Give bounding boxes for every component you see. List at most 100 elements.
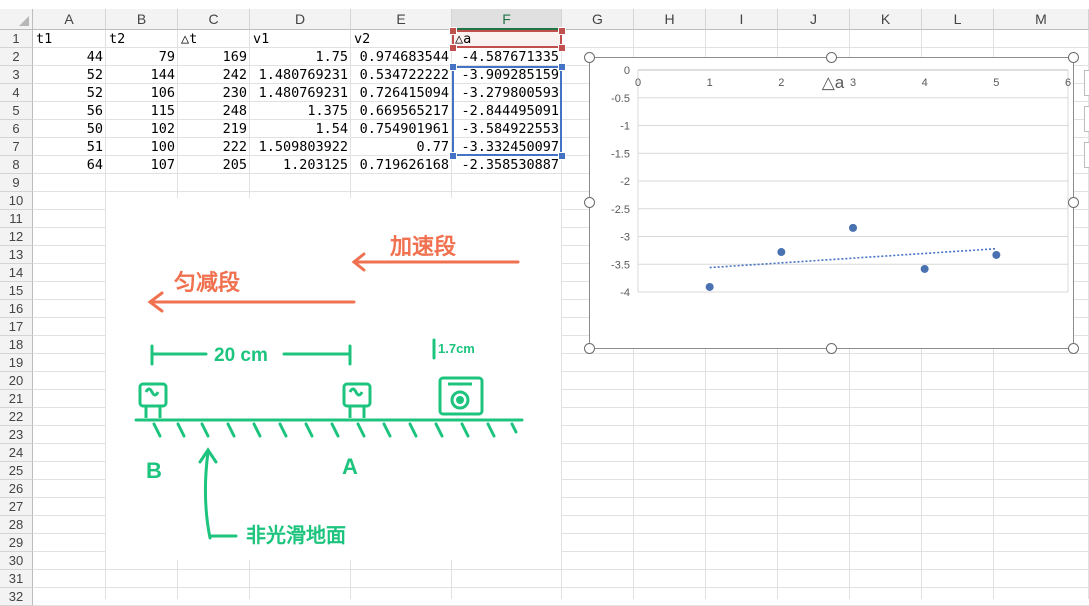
column-header-l[interactable]: L (922, 9, 994, 30)
series-name-range-handle[interactable] (558, 27, 566, 35)
row-header-6[interactable]: 6 (0, 120, 33, 138)
handwritten-diagram-image[interactable]: 加速段 匀减段 20 cm 1.7cm B A 非光滑地面 (106, 198, 561, 560)
cell-c7[interactable]: 222 (178, 138, 250, 156)
row-header-16[interactable]: 16 (0, 300, 33, 318)
row-header-23[interactable]: 23 (0, 426, 33, 444)
header-cell-d1[interactable]: v1 (250, 30, 351, 48)
row-header-32[interactable]: 32 (0, 588, 33, 606)
cell-b4[interactable]: 106 (106, 84, 178, 102)
row-header-25[interactable]: 25 (0, 462, 33, 480)
chart-resize-handle-top-left[interactable] (584, 52, 595, 63)
data-point[interactable] (777, 248, 786, 257)
cell-f8[interactable]: -2.358530887 (452, 156, 562, 174)
row-header-29[interactable]: 29 (0, 534, 33, 552)
row-header-11[interactable]: 11 (0, 210, 33, 228)
series-name-range-handle[interactable] (449, 44, 457, 52)
row-header-1[interactable]: 1 (0, 30, 33, 48)
cell-b7[interactable]: 100 (106, 138, 178, 156)
cell-a4[interactable]: 52 (33, 84, 106, 102)
row-header-31[interactable]: 31 (0, 570, 33, 588)
row-header-18[interactable]: 18 (0, 336, 33, 354)
cell-c8[interactable]: 205 (178, 156, 250, 174)
row-header-28[interactable]: 28 (0, 516, 33, 534)
column-header-j[interactable]: J (778, 9, 850, 30)
header-cell-e1[interactable]: v2 (351, 30, 452, 48)
chart-resize-handle-right[interactable] (1068, 197, 1079, 208)
cell-c4[interactable]: 230 (178, 84, 250, 102)
data-point[interactable] (849, 223, 857, 232)
row-header-12[interactable]: 12 (0, 228, 33, 246)
row-header-10[interactable]: 10 (0, 192, 33, 210)
cell-b5[interactable]: 115 (106, 102, 178, 120)
row-header-2[interactable]: 2 (0, 48, 33, 66)
data-point[interactable] (705, 282, 714, 291)
column-header-g[interactable]: G (562, 9, 634, 30)
row-header-21[interactable]: 21 (0, 390, 33, 408)
chart-resize-handle-bottom-left[interactable] (584, 343, 595, 354)
cell-c2[interactable]: 169 (178, 48, 250, 66)
chart-styles-button[interactable] (1084, 106, 1089, 132)
cell-b2[interactable]: 79 (106, 48, 178, 66)
row-header-20[interactable]: 20 (0, 372, 33, 390)
series-name-range-handle[interactable] (449, 27, 457, 35)
series-name-range-handle[interactable] (558, 44, 566, 52)
data-range-handle[interactable] (449, 152, 457, 160)
chart-resize-handle-bottom-right[interactable] (1068, 343, 1079, 354)
chart-resize-handle-top-right[interactable] (1068, 52, 1079, 63)
row-header-3[interactable]: 3 (0, 66, 33, 84)
cell-c5[interactable]: 248 (178, 102, 250, 120)
cell-d4[interactable]: 1.480769231 (250, 84, 351, 102)
header-cell-b1[interactable]: t2 (106, 30, 178, 48)
header-cell-a1[interactable]: t1 (33, 30, 106, 48)
row-header-5[interactable]: 5 (0, 102, 33, 120)
column-header-a[interactable]: A (33, 9, 106, 30)
cell-d5[interactable]: 1.375 (250, 102, 351, 120)
cell-a6[interactable]: 50 (33, 120, 106, 138)
cell-e7[interactable]: 0.77 (351, 138, 452, 156)
chart-title[interactable]: △a (822, 73, 845, 92)
cell-f2[interactable]: -4.587671335 (452, 48, 562, 66)
cell-a8[interactable]: 64 (33, 156, 106, 174)
row-header-15[interactable]: 15 (0, 282, 33, 300)
row-header-4[interactable]: 4 (0, 84, 33, 102)
column-header-h[interactable]: H (634, 9, 706, 30)
chart-filters-button[interactable] (1084, 142, 1089, 168)
cell-f5[interactable]: -2.844495091 (452, 102, 562, 120)
cell-a2[interactable]: 44 (33, 48, 106, 66)
cell-c6[interactable]: 219 (178, 120, 250, 138)
row-header-8[interactable]: 8 (0, 156, 33, 174)
cell-a3[interactable]: 52 (33, 66, 106, 84)
cell-b8[interactable]: 107 (106, 156, 178, 174)
column-header-c[interactable]: C (178, 9, 250, 30)
row-header-9[interactable]: 9 (0, 174, 33, 192)
data-range-handle[interactable] (558, 152, 566, 160)
cell-c3[interactable]: 242 (178, 66, 250, 84)
cell-f3[interactable]: -3.909285159 (452, 66, 562, 84)
row-header-13[interactable]: 13 (0, 246, 33, 264)
chart-elements-button[interactable] (1084, 70, 1089, 96)
cell-e4[interactable]: 0.726415094 (351, 84, 452, 102)
chart-resize-handle-bottom[interactable] (826, 343, 837, 354)
column-header-i[interactable]: I (706, 9, 778, 30)
scatter-chart[interactable]: △a 0 -0.5 -1 -1.5 -2 -2.5 -3 -3.5 -4 0 1 2 3 4 5 6 (589, 57, 1074, 349)
cell-d3[interactable]: 1.480769231 (250, 66, 351, 84)
header-cell-f1[interactable]: △a (452, 30, 562, 48)
row-header-22[interactable]: 22 (0, 408, 33, 426)
data-range-handle[interactable] (558, 63, 566, 71)
cell-e5[interactable]: 0.669565217 (351, 102, 452, 120)
cell-d6[interactable]: 1.54 (250, 120, 351, 138)
chart-resize-handle-top[interactable] (826, 52, 837, 63)
chart-resize-handle-left[interactable] (584, 197, 595, 208)
column-header-e[interactable]: E (351, 9, 452, 30)
select-all-corner[interactable] (0, 9, 33, 30)
column-header-b[interactable]: B (106, 9, 178, 30)
data-point[interactable] (920, 264, 929, 273)
column-header-m[interactable]: M (994, 9, 1089, 30)
cell-e6[interactable]: 0.754901961 (351, 120, 452, 138)
cell-b6[interactable]: 102 (106, 120, 178, 138)
column-header-f[interactable]: F (452, 9, 562, 30)
header-cell-c1[interactable]: △t (178, 30, 250, 48)
cell-e2[interactable]: 0.974683544 (351, 48, 452, 66)
row-header-27[interactable]: 27 (0, 498, 33, 516)
row-header-17[interactable]: 17 (0, 318, 33, 336)
